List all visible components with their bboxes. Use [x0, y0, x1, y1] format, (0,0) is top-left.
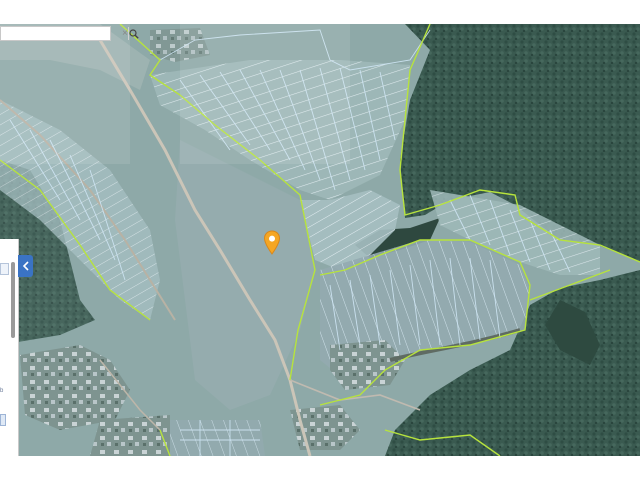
side-panel-icon[interactable] — [0, 414, 6, 426]
collapse-panel-button[interactable] — [18, 255, 33, 277]
side-panel-scrollbar[interactable] — [11, 262, 15, 338]
chevron-left-icon — [22, 261, 29, 271]
side-panel-field[interactable] — [0, 263, 9, 275]
search-input[interactable] — [1, 27, 122, 40]
search-bar: × — [0, 26, 139, 41]
map-canvas — [0, 23, 640, 457]
search-button[interactable] — [127, 27, 139, 40]
location-marker[interactable] — [263, 230, 281, 256]
search-icon — [129, 28, 139, 39]
map-pin-icon — [263, 230, 281, 255]
top-margin — [0, 0, 640, 24]
bottom-margin — [0, 456, 640, 480]
map-view[interactable] — [0, 0, 640, 480]
side-panel-text: b — [0, 388, 4, 394]
